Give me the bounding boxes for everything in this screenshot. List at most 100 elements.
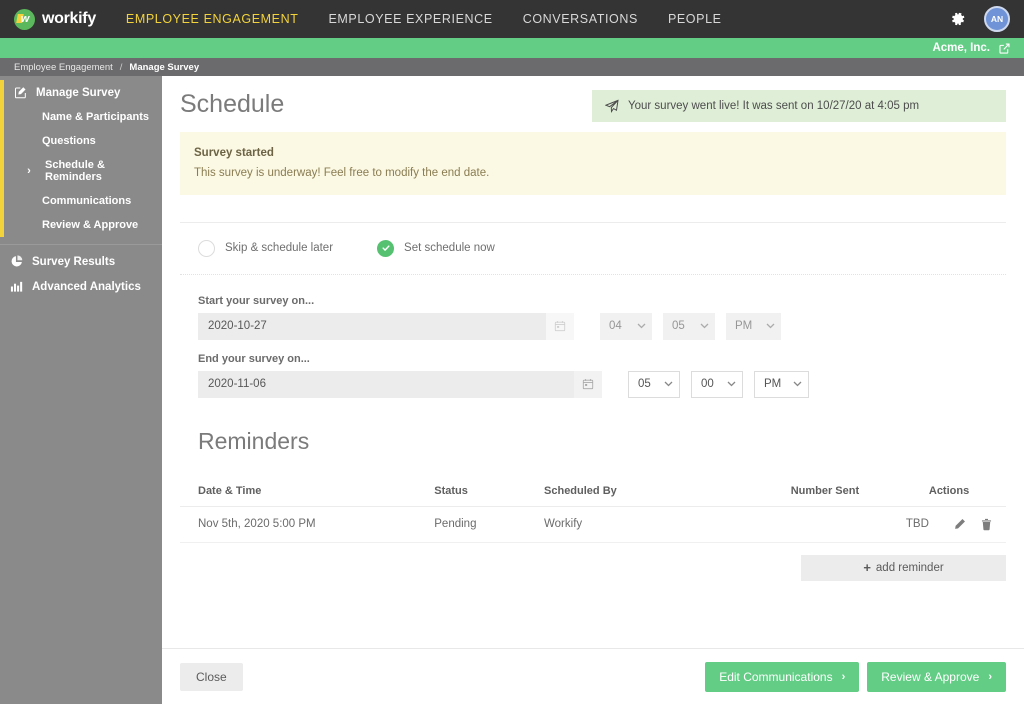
radio-checked-icon [377,239,395,257]
add-reminder-label: add reminder [875,561,944,574]
main-scroll-area: Schedule Your survey went live! It was s… [162,76,1024,648]
page-title: Schedule [180,90,285,118]
column-header-date-time: Date & Time [180,475,435,507]
add-reminder-button[interactable]: + add reminder [801,554,1006,581]
table-row: Nov 5th, 2020 5:00 PM Pending Workify TB… [180,506,1006,543]
column-header-scheduled-by: Scheduled By [544,475,791,507]
start-minute-select[interactable]: 05 [663,312,715,340]
end-time-selects: 05 00 PM [628,370,809,398]
breadcrumb: Employee Engagement / Manage Survey [0,58,1024,76]
sidebar-item-communications[interactable]: Communications [4,189,162,213]
survey-started-alert: Survey started This survey is underway! … [180,132,1006,195]
reminders-header-row: Date & Time Status Scheduled By Number S… [180,475,1006,507]
column-header-number-sent: Number Sent [790,475,929,507]
end-date-label: End your survey on... [198,352,310,365]
sidebar-group-manage-survey: Manage Survey Name & Participants Questi… [0,80,162,237]
start-hour-select[interactable]: 04 [600,312,652,340]
nav-item-people[interactable]: PEOPLE [668,12,722,26]
workify-logo-text: workify [42,10,96,27]
sidebar-secondary-group: Survey Results Advanced Analytics [0,249,162,299]
schedule-option-group: Skip & schedule later Set schedule now [180,223,1006,257]
sidebar-item-communications-label: Communications [42,195,132,207]
edit-communications-button[interactable]: Edit Communications › [705,661,860,692]
review-approve-button[interactable]: Review & Approve › [867,661,1006,692]
sidebar-item-schedule-reminders-label: Schedule & Reminders [45,159,105,183]
cell-number-sent: TBD [790,506,929,543]
edit-communications-label: Edit Communications [719,669,833,684]
end-hour-select[interactable]: 05 [628,370,680,398]
sidebar: Manage Survey Name & Participants Questi… [0,76,162,704]
sidebar-divider [0,244,162,245]
start-calendar-icon[interactable] [546,312,574,340]
survey-started-alert-title: Survey started [194,147,274,159]
sidebar-item-survey-results-label: Survey Results [32,255,116,268]
page-body: Manage Survey Name & Participants Questi… [0,76,1024,704]
app-window: w workify EMPLOYEE ENGAGEMENT EMPLOYEE E… [0,0,1024,704]
paper-plane-icon [605,99,619,113]
column-header-actions: Actions [928,475,1006,507]
organization-bar: Acme, Inc. [0,38,1024,58]
end-meridiem-select[interactable]: PM [754,370,809,398]
sidebar-item-review-approve[interactable]: Review & Approve [4,213,162,237]
radio-set-schedule-now-label: Set schedule now [404,242,495,255]
sidebar-item-review-approve-label: Review & Approve [42,219,139,231]
sidebar-item-questions[interactable]: Questions [4,129,162,153]
footer-primary-actions: Edit Communications › Review & Approve › [705,661,1006,692]
pencil-icon[interactable] [953,518,966,531]
breadcrumb-root[interactable]: Employee Engagement [14,62,113,73]
nav-item-conversations[interactable]: CONVERSATIONS [523,12,638,26]
reminders-table-head: Date & Time Status Scheduled By Number S… [180,475,1006,507]
cell-date-time: Nov 5th, 2020 5:00 PM [180,506,435,543]
sidebar-item-advanced-analytics[interactable]: Advanced Analytics [0,274,162,299]
workify-logo[interactable]: w workify [14,8,96,30]
end-calendar-icon[interactable] [574,370,602,398]
cell-actions [928,506,1006,543]
radio-skip-schedule-later[interactable]: Skip & schedule later [198,239,334,257]
top-nav-right: AN [950,6,1010,32]
end-date-row: 05 00 PM [198,370,1006,398]
sidebar-item-advanced-analytics-label: Advanced Analytics [32,280,141,293]
reminders-table-body: Nov 5th, 2020 5:00 PM Pending Workify TB… [180,506,1006,543]
organization-name: Acme, Inc. [932,42,990,54]
pie-chart-icon [10,255,23,268]
sidebar-item-schedule-reminders[interactable]: › Schedule & Reminders [4,153,162,189]
survey-started-alert-body: This survey is underway! Feel free to mo… [194,167,490,180]
gear-icon[interactable] [950,11,966,27]
external-link-icon[interactable] [999,43,1010,54]
sidebar-item-manage-survey-label: Manage Survey [36,86,121,99]
reminders-section-title: Reminders [198,427,310,454]
chevron-right-icon: › [988,670,992,683]
close-button[interactable]: Close [180,662,243,691]
add-reminder-row: + add reminder [180,554,1006,581]
breadcrumb-current: Manage Survey [129,61,200,73]
end-minute-select[interactable]: 00 [691,370,743,398]
sidebar-item-manage-survey[interactable]: Manage Survey [4,80,162,105]
chevron-right-icon: › [841,670,846,683]
end-date-input-group [198,370,602,398]
primary-nav: EMPLOYEE ENGAGEMENT EMPLOYEE EXPERIENCE … [126,12,722,26]
start-date-label: Start your survey on... [198,294,315,307]
radio-skip-schedule-later-label: Skip & schedule later [225,242,334,255]
start-date-input[interactable] [198,312,546,340]
nav-item-employee-experience[interactable]: EMPLOYEE EXPERIENCE [328,12,492,26]
edit-square-icon [14,86,27,99]
sidebar-item-questions-label: Questions [42,135,96,147]
radio-set-schedule-now[interactable]: Set schedule now [377,239,495,257]
radio-unchecked-icon [198,239,215,257]
cell-status: Pending [434,506,545,543]
start-meridiem-select[interactable]: PM [726,312,781,340]
start-date-field: Start your survey on... 2020-10-27 04 05… [180,275,1006,340]
main-content: Schedule Your survey went live! It was s… [162,76,1024,704]
breadcrumb-separator: / [119,61,123,73]
start-time-selects: 04 05 PM [600,312,781,340]
nav-item-employee-engagement[interactable]: EMPLOYEE ENGAGEMENT [126,12,299,26]
start-date-input-group [198,312,574,340]
trash-icon[interactable] [980,518,993,531]
workify-logo-mark: w [14,8,35,30]
sidebar-item-survey-results[interactable]: Survey Results [0,249,162,274]
sidebar-item-name-participants[interactable]: Name & Participants [4,105,162,129]
avatar[interactable]: AN [984,6,1010,32]
survey-live-toast-text: Your survey went live! It was sent on 10… [628,100,920,112]
end-date-input[interactable] [198,370,574,398]
start-date-row: 04 05 PM [198,312,1006,340]
